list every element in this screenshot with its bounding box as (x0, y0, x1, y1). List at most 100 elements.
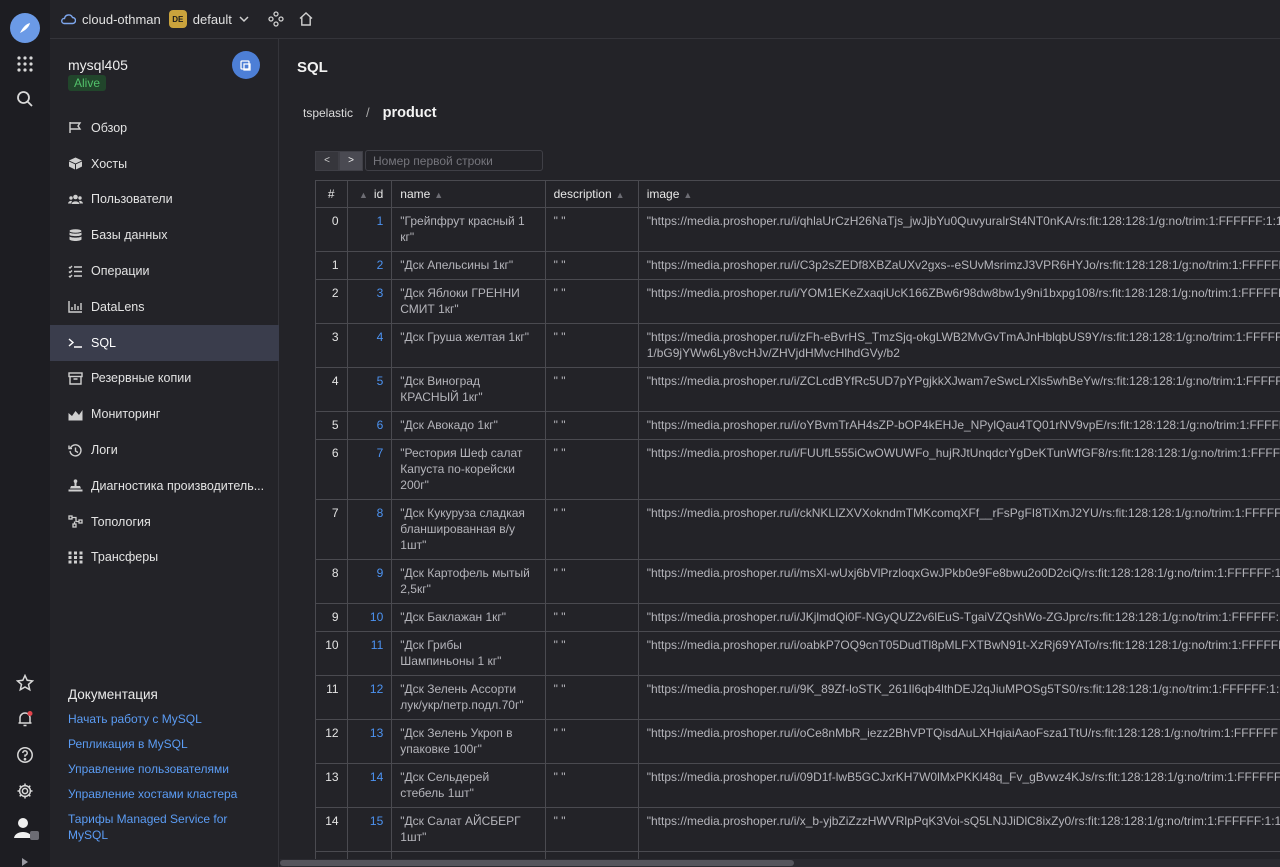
first-row-input[interactable] (365, 150, 543, 171)
results-table-container: # ▲ id name ▲ description ▲ image ▲ 0 1 "Грейп… (315, 180, 1280, 867)
cell-row-number: 10 (315, 631, 348, 676)
cell-description: " " (544, 763, 639, 808)
table-row: 13 14 "Дск Сельдерей стебель 1шт" " " "https… (315, 763, 1280, 808)
sidebar-item-label: Базы данных (91, 228, 168, 243)
cell-description: " " (544, 807, 639, 852)
sidebar-item-backups[interactable]: Резервные копии (50, 361, 279, 397)
logs-icon (67, 443, 83, 457)
notifications-bell-icon[interactable] (13, 707, 37, 731)
cloud-name[interactable]: cloud-othman (82, 12, 161, 27)
cell-image: "https://media.proshoper.ru/i/JKjlmdQi0F… (637, 603, 1280, 632)
cell-description: " " (544, 499, 639, 560)
page-title: SQL (297, 59, 328, 76)
sidebar-item-monitoring[interactable]: Мониторинг (50, 396, 279, 432)
cell-id[interactable]: 10 (346, 603, 393, 632)
cloud-icon (60, 13, 76, 25)
cell-image: "https://media.proshoper.ru/i/ckNKLIZXVX… (637, 499, 1280, 560)
cell-description: " " (544, 631, 639, 676)
sort-icon[interactable]: ▲ (683, 190, 692, 200)
user-avatar[interactable] (12, 814, 40, 842)
cell-id[interactable]: 7 (346, 439, 393, 500)
next-page-button[interactable]: > (339, 150, 363, 171)
cell-name: "Грейпфрут красный 1 кг" (391, 207, 546, 252)
sidebar-item-transfers[interactable]: Трансферы (50, 540, 279, 576)
sidebar-item-hosts[interactable]: Хосты (50, 146, 279, 182)
cell-row-number: 7 (315, 499, 348, 560)
cell-id[interactable]: 1 (346, 207, 393, 252)
mysql-service-icon (232, 51, 260, 79)
cluster-name: mysql405 (68, 57, 128, 73)
doc-link-pricing[interactable]: Тарифы Managed Service for MySQL (68, 811, 268, 843)
sidebar-item-label: Операции (91, 264, 150, 279)
sidebar-item-topology[interactable]: Топология (50, 504, 279, 540)
cell-id[interactable]: 3 (346, 279, 393, 324)
column-header-row-number: # (315, 180, 348, 208)
doc-link-user-management[interactable]: Управление пользователями (68, 761, 268, 777)
chevron-down-icon[interactable] (238, 13, 250, 25)
sidebar-item-operations[interactable]: Операции (50, 253, 279, 289)
sidebar-item-logs[interactable]: Логи (50, 432, 279, 468)
sidebar-item-users[interactable]: Пользователи (50, 182, 279, 218)
sidebar-item-datalens[interactable]: DataLens (50, 289, 279, 325)
sort-icon[interactable]: ▲ (434, 190, 443, 200)
horizontal-scrollbar[interactable] (280, 859, 1280, 867)
cell-row-number: 0 (315, 207, 348, 252)
breadcrumb-database[interactable]: tspelastic (303, 106, 353, 120)
cell-id[interactable]: 2 (346, 251, 393, 280)
cell-image: "https://media.proshoper.ru/i/oYBvmTrAH4… (637, 411, 1280, 440)
sidebar-item-diagnostics[interactable]: Диагностика производитель... (50, 468, 279, 504)
cell-row-number: 14 (315, 807, 348, 852)
cell-row-number: 11 (315, 675, 348, 720)
sort-icon[interactable]: ▲ (616, 190, 625, 200)
cell-id[interactable]: 12 (346, 675, 393, 720)
doc-link-getting-started[interactable]: Начать работу с MySQL (68, 711, 268, 727)
cell-id[interactable]: 15 (346, 807, 393, 852)
favorites-star-icon[interactable] (13, 671, 37, 695)
users-icon (67, 192, 83, 206)
network-nodes-icon[interactable] (268, 11, 284, 27)
doc-link-host-management[interactable]: Управление хостами кластера (68, 786, 268, 802)
table-row: 9 10 "Дск Баклажан 1кг" " " "https://media.p… (315, 603, 1280, 632)
yandex-cloud-logo-icon[interactable] (10, 13, 40, 43)
settings-gear-icon[interactable] (13, 779, 37, 803)
sidebar-item-sql[interactable]: SQL (50, 324, 279, 361)
column-header-name[interactable]: name ▲ (391, 180, 546, 208)
cell-id[interactable]: 14 (346, 763, 393, 808)
folder-name[interactable]: default (193, 12, 232, 27)
cell-id[interactable]: 9 (346, 559, 393, 604)
sidebar-item-overview[interactable]: Обзор (50, 110, 279, 146)
sidebar-item-label: SQL (91, 335, 117, 350)
expand-rail-icon[interactable] (19, 854, 31, 866)
cell-name: "Дск Яблоки ГРЕННИ СМИТ 1кг" (391, 279, 546, 324)
sort-icon[interactable]: ▲ (359, 190, 368, 200)
cell-image: "https://media.proshoper.ru/i/09D1f-lwB5… (637, 763, 1280, 808)
cell-image: "https://media.proshoper.ru/i/oabkP7OQ9c… (637, 631, 1280, 676)
column-header-description[interactable]: description ▲ (544, 180, 639, 208)
sidebar-item-label: Диагностика производитель... (91, 478, 265, 493)
column-header-image[interactable]: image ▲ (637, 180, 1280, 208)
table-row: 3 4 "Дск Груша желтая 1кг" " " "https://medi… (315, 323, 1280, 368)
cell-image: "https://media.proshoper.ru/i/YOM1EKeZxa… (637, 279, 1280, 324)
cell-name: "Дск Зелень Укроп в упаковке 100г" (391, 719, 546, 764)
services-grid-icon[interactable] (13, 52, 37, 76)
column-header-id[interactable]: ▲ id (346, 180, 393, 208)
cell-name: "Дск Картофель мытый 2,5кг" (391, 559, 546, 604)
docs-title: Документация (68, 687, 158, 702)
home-icon[interactable] (298, 11, 314, 27)
cell-id[interactable]: 8 (346, 499, 393, 560)
sidebar-item-label: Мониторинг (91, 407, 161, 422)
sidebar-item-databases[interactable]: Базы данных (50, 217, 279, 253)
cell-id[interactable]: 6 (346, 411, 393, 440)
cell-description: " " (544, 323, 639, 368)
scrollbar-thumb[interactable] (280, 860, 794, 866)
cell-id[interactable]: 4 (346, 323, 393, 368)
table-row: 12 13 "Дск Зелень Укроп в упаковке 100г" " … (315, 719, 1280, 764)
prev-page-button[interactable]: < (315, 150, 339, 171)
cell-id[interactable]: 5 (346, 367, 393, 412)
cell-image: "https://media.proshoper.ru/i/FUUfL555iC… (637, 439, 1280, 500)
help-icon[interactable] (13, 743, 37, 767)
doc-link-replication[interactable]: Репликация в MySQL (68, 736, 268, 752)
cell-id[interactable]: 11 (346, 631, 393, 676)
search-icon[interactable] (13, 87, 37, 111)
cell-id[interactable]: 13 (346, 719, 393, 764)
